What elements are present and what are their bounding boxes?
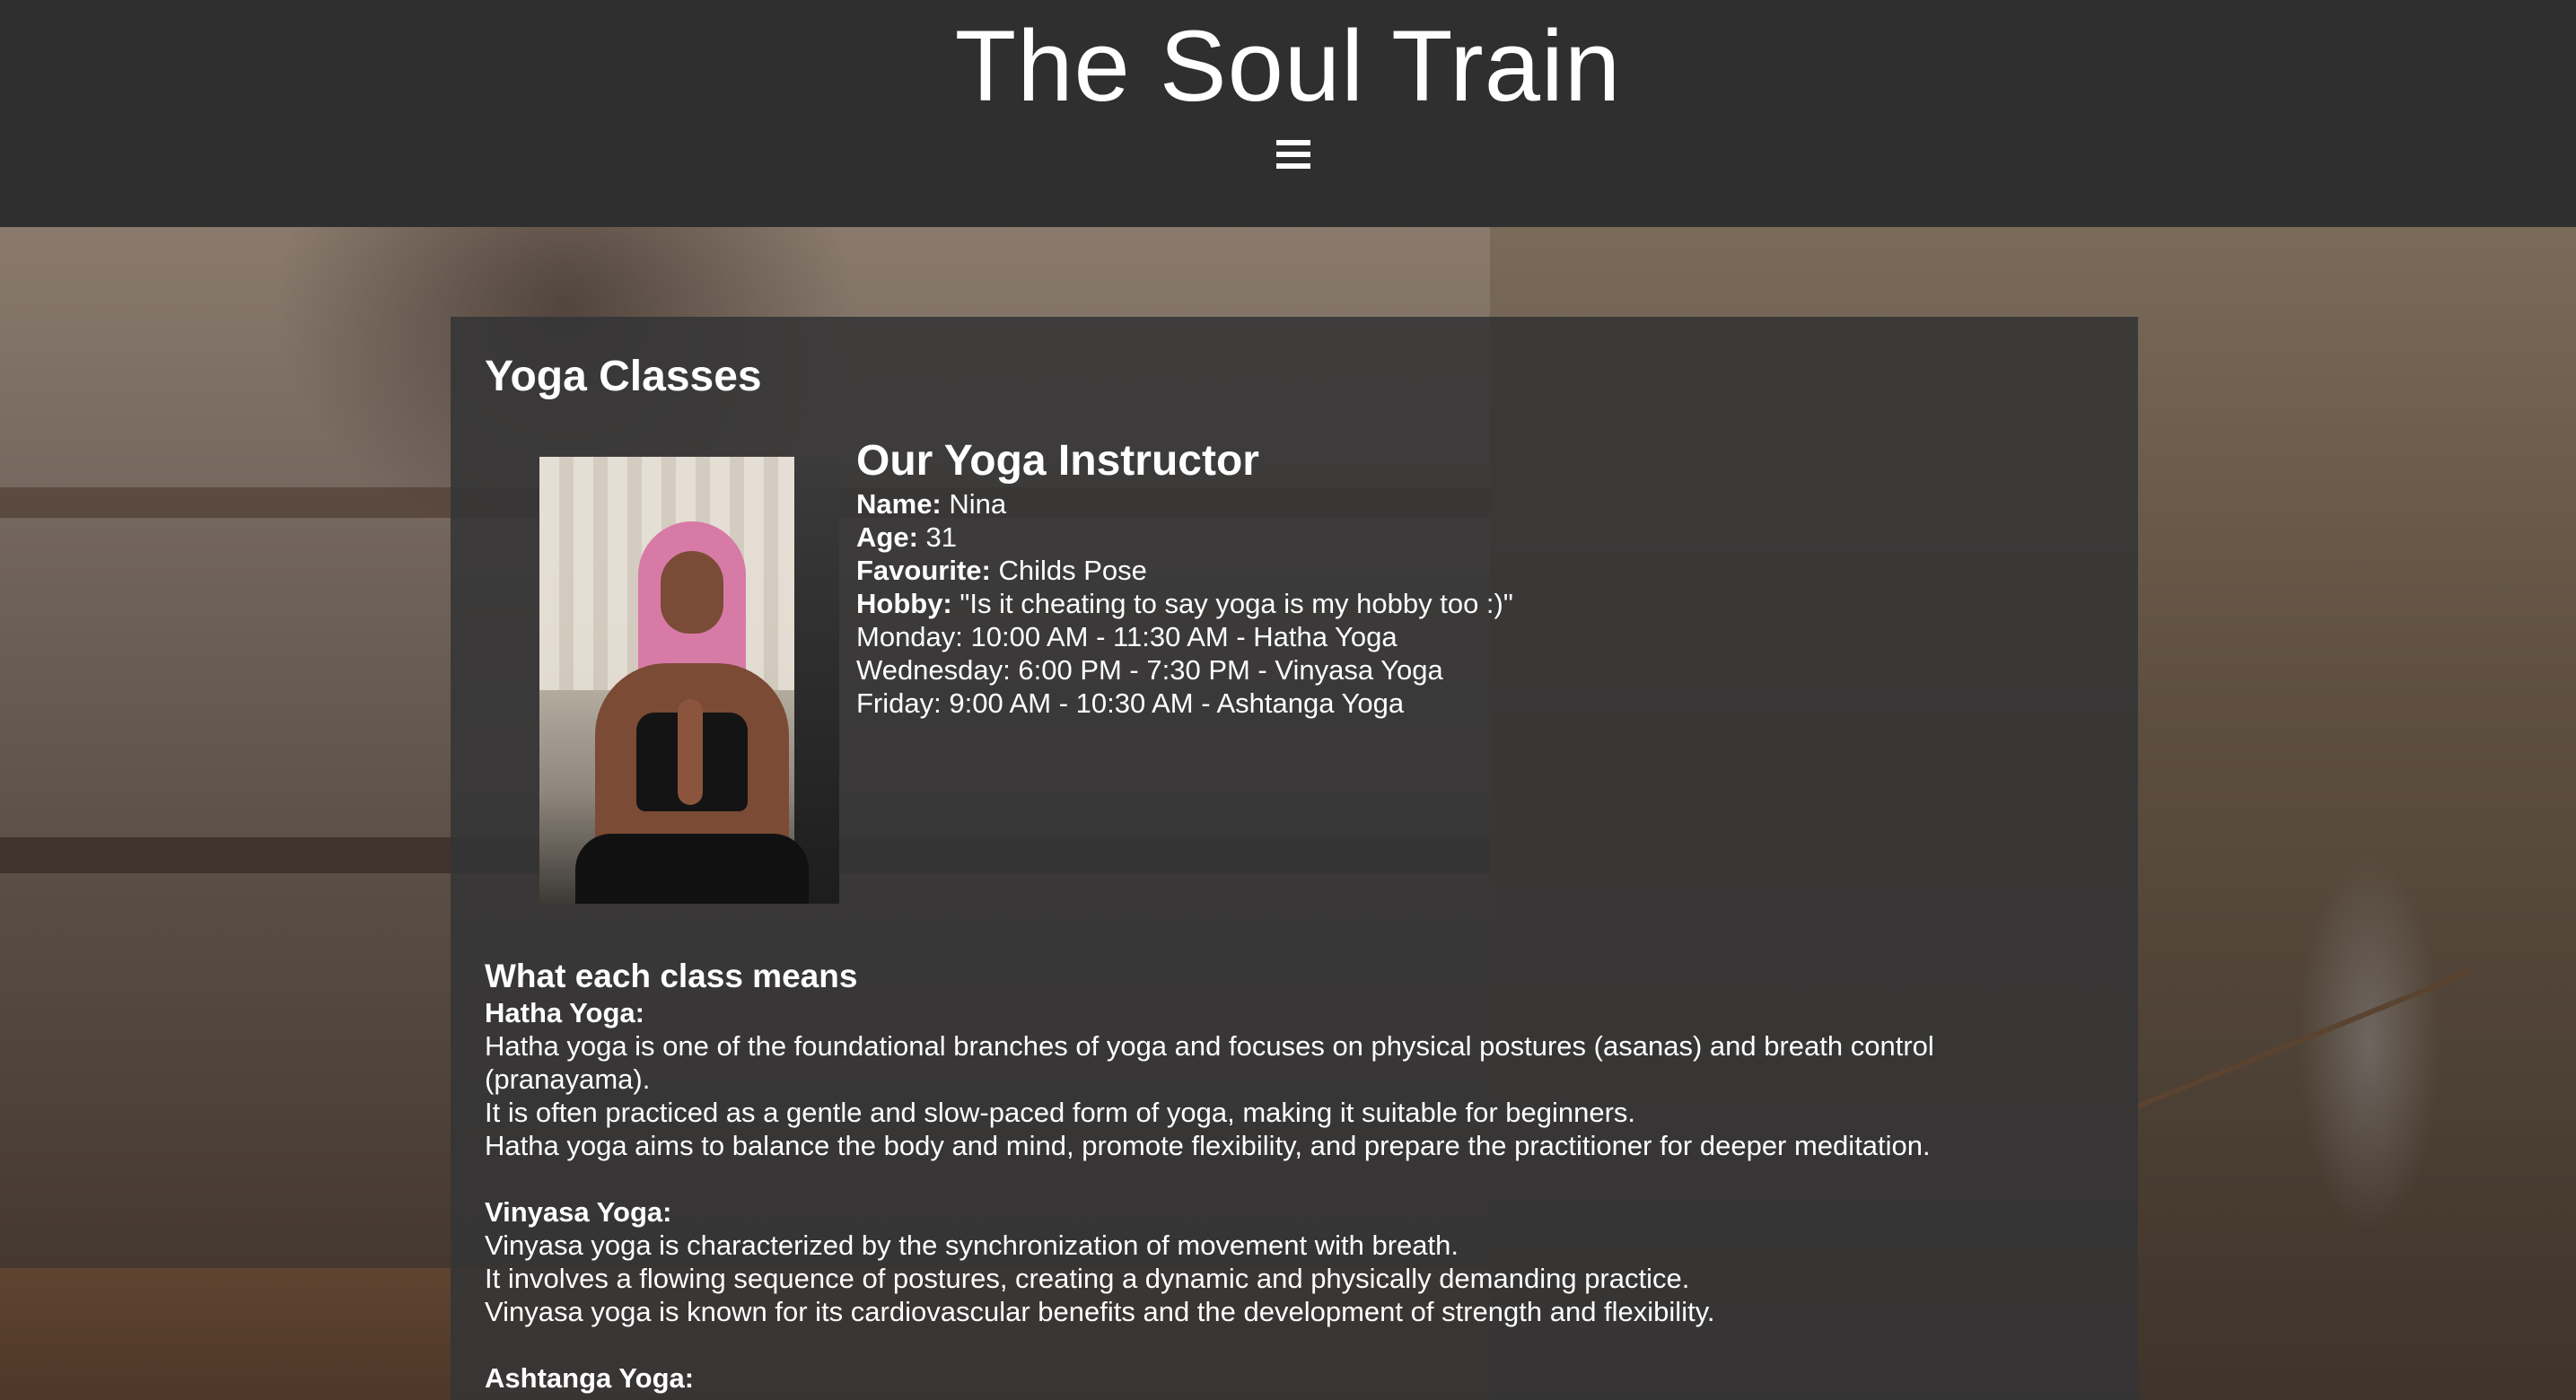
class-description-line: Vinyasa yoga is known for its cardiovasc… [485, 1296, 1715, 1327]
class-name: Hatha Yoga: [485, 997, 644, 1028]
class-description-line: Vinyasa yoga is characterized by the syn… [485, 1229, 1459, 1261]
site-title: The Soul Train [954, 10, 1622, 122]
instructor-hobby-row: Hobby: "Is it cheating to say yoga is my… [856, 587, 1933, 620]
instructor-heading: Our Yoga Instructor [856, 437, 1259, 485]
class-vinyasa: Vinyasa Yoga: Vinyasa yoga is characteri… [485, 1195, 2100, 1328]
favourite-label: Favourite: [856, 555, 991, 586]
photo-pants [575, 834, 809, 904]
menu-bar [1276, 140, 1310, 145]
instructor-favourite-row: Favourite: Childs Pose [856, 554, 1933, 587]
schedule-item: Wednesday: 6:00 PM - 7:30 PM - Vinyasa Y… [856, 654, 1443, 686]
instructor-hobby: "Is it cheating to say yoga is my hobby … [959, 588, 1513, 619]
name-label: Name: [856, 488, 942, 520]
section-title: Yoga Classes [485, 353, 762, 400]
menu-bar [1276, 152, 1310, 157]
schedule-item: Monday: 10:00 AM - 11:30 AM - Hatha Yoga [856, 621, 1398, 652]
instructor-name: Nina [949, 488, 1007, 520]
photo-hands [678, 699, 703, 805]
content-panel: Yoga Classes Our Yoga Instructor Name: N… [451, 317, 2138, 1400]
class-description-line: Hatha yoga aims to balance the body and … [485, 1130, 1931, 1161]
class-descriptions: What each class means Hatha Yoga: Hatha … [485, 957, 2100, 1400]
schedule-item: Friday: 9:00 AM - 10:30 AM - Ashtanga Yo… [856, 687, 1405, 719]
hobby-label: Hobby: [856, 588, 952, 619]
class-description-line: It is often practiced as a gentle and sl… [485, 1097, 1636, 1128]
class-description-line: (pranayama). [485, 1063, 651, 1095]
instructor-name-row: Name: Nina [856, 487, 1933, 521]
instructor-photo [539, 457, 839, 904]
menu-bar [1276, 163, 1310, 169]
instructor-age: 31 [925, 521, 957, 553]
photo-face [661, 551, 723, 634]
age-label: Age: [856, 521, 918, 553]
instructor-favourite: Childs Pose [998, 555, 1147, 586]
class-hatha: Hatha Yoga: Hatha yoga is one of the fou… [485, 996, 2100, 1162]
class-description-line: It involves a flowing sequence of postur… [485, 1263, 1690, 1294]
class-description-line: Hatha yoga is one of the foundational br… [485, 1030, 1934, 1062]
class-ashtanga: Ashtanga Yoga: [485, 1361, 2100, 1395]
classes-heading: What each class means [485, 958, 858, 994]
photo-window [794, 457, 839, 904]
class-name: Ashtanga Yoga: [485, 1362, 695, 1394]
site-header: The Soul Train [0, 0, 2576, 227]
instructor-age-row: Age: 31 [856, 521, 1933, 554]
instructor-info: Our Yoga Instructor Name: Nina Age: 31 F… [856, 435, 1933, 720]
background-smoke [2298, 855, 2441, 1232]
class-name: Vinyasa Yoga: [485, 1196, 672, 1228]
hamburger-menu-icon[interactable] [1276, 140, 1310, 169]
